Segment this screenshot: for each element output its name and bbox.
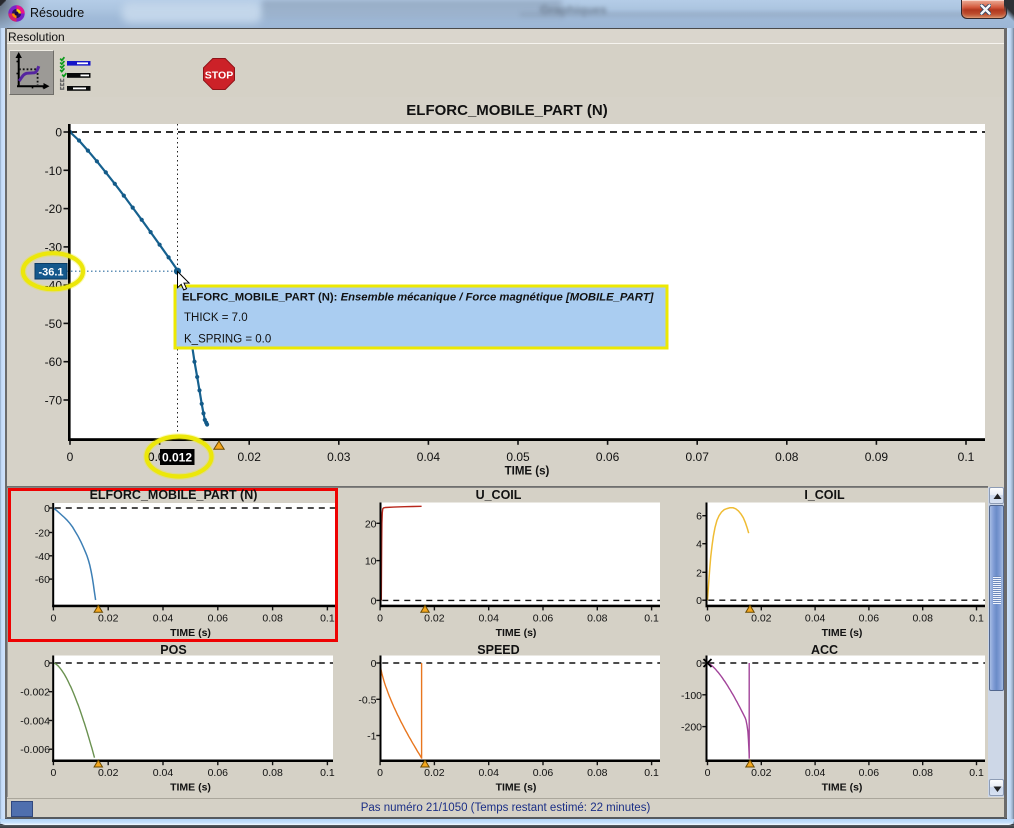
svg-text:SPEED: SPEED — [477, 643, 519, 657]
svg-text:0.08: 0.08 — [587, 767, 608, 779]
svg-text:0.05: 0.05 — [506, 450, 530, 464]
svg-text:K_SPRING = 0.0: K_SPRING = 0.0 — [184, 334, 271, 346]
svg-text:0.08: 0.08 — [912, 767, 933, 779]
svg-text:0: 0 — [705, 613, 711, 625]
svg-text:0.06: 0.06 — [533, 613, 554, 625]
svg-text:-20: -20 — [45, 202, 63, 216]
svg-text:0: 0 — [377, 767, 383, 779]
svg-text:0.1: 0.1 — [644, 613, 659, 625]
svg-text:2: 2 — [696, 567, 702, 579]
svg-text:0.08: 0.08 — [262, 767, 283, 779]
svg-text:0.02: 0.02 — [238, 450, 262, 464]
svg-text:0.02: 0.02 — [751, 613, 772, 625]
svg-text:-36.1: -36.1 — [38, 267, 63, 279]
svg-text:-50: -50 — [45, 317, 63, 331]
svg-text:0: 0 — [696, 658, 702, 670]
svg-text:TIME (s): TIME (s) — [496, 782, 537, 794]
svg-text:I_COIL: I_COIL — [804, 488, 845, 502]
svg-text:TIME (s): TIME (s) — [822, 782, 863, 794]
svg-text:0: 0 — [67, 450, 74, 464]
svg-text:-0.002: -0.002 — [20, 687, 50, 699]
svg-text:0: 0 — [377, 613, 383, 625]
svg-text:ACC: ACC — [811, 643, 838, 657]
svg-text:ELFORC_MOBILE_PART (N): Ensemb: ELFORC_MOBILE_PART (N): Ensemble mécaniq… — [182, 292, 655, 304]
svg-text:TIME (s): TIME (s) — [496, 627, 537, 639]
svg-text:0.1: 0.1 — [320, 613, 335, 625]
svg-text:0: 0 — [371, 658, 377, 670]
svg-text:-1: -1 — [367, 731, 376, 743]
svg-text:10: 10 — [365, 556, 377, 568]
svg-text:-40: -40 — [35, 551, 50, 563]
svg-text:0.08: 0.08 — [775, 450, 799, 464]
svg-text:0: 0 — [44, 503, 50, 515]
svg-text:-10: -10 — [45, 164, 63, 178]
svg-text:0: 0 — [50, 613, 56, 625]
svg-text:TIME (s): TIME (s) — [170, 782, 211, 794]
svg-text:0.04: 0.04 — [153, 613, 174, 625]
svg-text:-0.006: -0.006 — [20, 744, 50, 756]
svg-text:0: 0 — [44, 658, 50, 670]
svg-text:0.04: 0.04 — [805, 613, 826, 625]
svg-text:0.1: 0.1 — [320, 767, 335, 779]
svg-text:ELFORC_MOBILE_PART (N): ELFORC_MOBILE_PART (N) — [90, 488, 258, 502]
svg-text:0.04: 0.04 — [805, 767, 826, 779]
svg-text:0.06: 0.06 — [208, 613, 229, 625]
svg-text:-60: -60 — [35, 574, 50, 586]
svg-text:0: 0 — [55, 126, 62, 140]
svg-text:ELFORC_MOBILE_PART (N): ELFORC_MOBILE_PART (N) — [406, 102, 607, 119]
svg-text:-100: -100 — [681, 690, 702, 702]
svg-text:0.09: 0.09 — [865, 450, 889, 464]
svg-text:0: 0 — [50, 767, 56, 779]
svg-text:TIME (s): TIME (s) — [505, 466, 550, 478]
svg-text:-70: -70 — [45, 394, 63, 408]
svg-text:0.1: 0.1 — [969, 613, 984, 625]
svg-text:0.06: 0.06 — [859, 613, 880, 625]
svg-text:0.07: 0.07 — [686, 450, 710, 464]
svg-text:-0.5: -0.5 — [358, 694, 376, 706]
svg-text:0: 0 — [371, 595, 377, 607]
svg-text:0.04: 0.04 — [417, 450, 441, 464]
svg-text:-20: -20 — [35, 528, 50, 540]
svg-text:STOP: STOP — [205, 69, 233, 81]
svg-text:0.08: 0.08 — [912, 613, 933, 625]
svg-text:0.1: 0.1 — [644, 767, 659, 779]
svg-text:-60: -60 — [45, 355, 63, 369]
svg-text:0.06: 0.06 — [208, 767, 229, 779]
svg-text:0.02: 0.02 — [424, 767, 445, 779]
svg-text:0: 0 — [696, 595, 702, 607]
svg-text:U_COIL: U_COIL — [476, 488, 522, 502]
svg-text:0.08: 0.08 — [262, 613, 283, 625]
svg-text:4: 4 — [696, 539, 702, 551]
svg-text:0.04: 0.04 — [153, 767, 174, 779]
svg-text:0.02: 0.02 — [98, 767, 119, 779]
svg-text:0.04: 0.04 — [478, 767, 499, 779]
svg-text:POS: POS — [160, 643, 186, 657]
svg-text:0.04: 0.04 — [478, 613, 499, 625]
svg-text:TIME (s): TIME (s) — [822, 627, 863, 639]
svg-text:-0.004: -0.004 — [20, 716, 50, 728]
svg-text:-200: -200 — [681, 722, 702, 734]
svg-text:0.02: 0.02 — [424, 613, 445, 625]
svg-text:0.1: 0.1 — [958, 450, 975, 464]
svg-text:0.08: 0.08 — [587, 613, 608, 625]
svg-text:0.06: 0.06 — [596, 450, 620, 464]
svg-text:0.06: 0.06 — [533, 767, 554, 779]
svg-text:0: 0 — [705, 767, 711, 779]
svg-text:0.02: 0.02 — [751, 767, 772, 779]
svg-text:0.02: 0.02 — [98, 613, 119, 625]
svg-text:0.06: 0.06 — [859, 767, 880, 779]
svg-text:6: 6 — [696, 511, 702, 523]
svg-text:20: 20 — [365, 518, 377, 530]
svg-text:0.1: 0.1 — [969, 767, 984, 779]
svg-text:THICK = 7.0: THICK = 7.0 — [184, 312, 248, 324]
svg-text:TIME (s): TIME (s) — [170, 627, 211, 639]
svg-text:0.012: 0.012 — [162, 451, 192, 465]
svg-text:0.03: 0.03 — [327, 450, 351, 464]
